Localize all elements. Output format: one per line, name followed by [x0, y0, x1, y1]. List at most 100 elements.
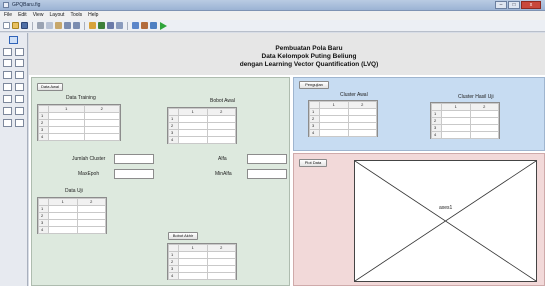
- save-icon[interactable]: [21, 22, 28, 29]
- align-objects-icon[interactable]: [89, 22, 96, 29]
- table-cell[interactable]: [319, 122, 349, 130]
- table-cell[interactable]: [48, 133, 85, 141]
- minimize-button[interactable]: –: [495, 1, 507, 9]
- jumlah-cluster-input[interactable]: [114, 154, 154, 164]
- table-cell[interactable]: [178, 272, 208, 280]
- static-text-tool-icon[interactable]: [15, 71, 24, 79]
- table-cell[interactable]: [347, 115, 377, 123]
- table-cell[interactable]: [48, 219, 78, 227]
- bobot-akhir-table[interactable]: 12 1 2 3 4: [167, 243, 237, 280]
- table-cell[interactable]: [178, 258, 208, 266]
- toolbar-editor-icon[interactable]: [116, 22, 123, 29]
- menu-edit[interactable]: Edit: [18, 11, 27, 20]
- alfa-input[interactable]: [247, 154, 287, 164]
- table-cell[interactable]: [178, 265, 208, 273]
- table-cell[interactable]: [48, 112, 85, 120]
- axes-tool-icon[interactable]: [3, 107, 12, 115]
- paste-icon[interactable]: [55, 22, 62, 29]
- menu-editor-icon[interactable]: [98, 22, 105, 29]
- toggle-button-tool-icon[interactable]: [3, 95, 12, 103]
- table-cell[interactable]: [319, 129, 349, 137]
- slider-tool-icon[interactable]: [15, 48, 24, 56]
- maximize-button[interactable]: □: [508, 1, 520, 9]
- table-cell[interactable]: [206, 122, 236, 130]
- radio-button-tool-icon[interactable]: [3, 59, 12, 67]
- open-folder-icon[interactable]: [12, 22, 19, 29]
- bobot-akhir-button[interactable]: Bobot Akhir: [168, 232, 198, 240]
- object-browser-icon[interactable]: [150, 22, 157, 29]
- table-cell[interactable]: [206, 136, 236, 144]
- table-cell[interactable]: [469, 117, 499, 125]
- select-tool-icon[interactable]: [9, 36, 18, 44]
- edit-text-tool-icon[interactable]: [3, 71, 12, 79]
- checkbox-tool-icon[interactable]: [15, 59, 24, 67]
- table-cell[interactable]: [76, 226, 106, 234]
- table-cell[interactable]: [319, 115, 349, 123]
- table-cell[interactable]: [347, 122, 377, 130]
- data-awal-button[interactable]: Data Awal: [37, 83, 63, 91]
- table-cell[interactable]: [206, 129, 236, 137]
- table-cell[interactable]: [347, 108, 377, 116]
- table-cell[interactable]: [178, 129, 208, 137]
- new-file-icon[interactable]: [3, 22, 10, 29]
- cluster-awal-table[interactable]: 12 1 2 3 4: [308, 100, 378, 137]
- property-inspector-icon[interactable]: [141, 22, 148, 29]
- table-cell[interactable]: [83, 133, 120, 141]
- activex-tool-icon[interactable]: [15, 119, 24, 127]
- undo-icon[interactable]: [64, 22, 71, 29]
- table-cell[interactable]: [206, 258, 236, 266]
- menu-layout[interactable]: Layout: [49, 11, 64, 20]
- data-uji-table[interactable]: 12 1 2 3 4: [37, 197, 107, 234]
- table-cell[interactable]: [76, 219, 106, 227]
- listbox-tool-icon[interactable]: [15, 83, 24, 91]
- button-group-tool-icon[interactable]: [3, 119, 12, 127]
- axes1-placeholder[interactable]: axes1: [354, 160, 537, 282]
- table-cell[interactable]: [83, 112, 120, 120]
- maxepoh-input[interactable]: [114, 169, 154, 179]
- push-button-tool-icon[interactable]: [3, 48, 12, 56]
- editor-icon[interactable]: [132, 22, 139, 29]
- tab-order-icon[interactable]: [107, 22, 114, 29]
- table-cell[interactable]: [206, 265, 236, 273]
- plot-data-button[interactable]: Plot Data: [299, 159, 327, 167]
- table-cell[interactable]: [319, 108, 349, 116]
- table-cell[interactable]: [48, 126, 85, 134]
- table-cell[interactable]: [469, 110, 499, 118]
- table-cell[interactable]: [76, 205, 106, 213]
- table-cell[interactable]: [347, 129, 377, 137]
- table-cell[interactable]: [469, 124, 499, 132]
- layout-canvas[interactable]: Pembuatan Pola Baru Data Kelompok Puting…: [29, 33, 545, 286]
- table-cell[interactable]: [206, 272, 236, 280]
- cut-icon[interactable]: [37, 22, 44, 29]
- table-cell[interactable]: [178, 136, 208, 144]
- panel-tool-icon[interactable]: [15, 107, 24, 115]
- table-cell[interactable]: [48, 205, 78, 213]
- table-cell[interactable]: [48, 119, 85, 127]
- table-cell[interactable]: [206, 251, 236, 259]
- bobot-awal-table[interactable]: 12 1 2 3 4: [167, 107, 237, 144]
- table-cell[interactable]: [441, 117, 471, 125]
- cluster-hasil-uji-table[interactable]: 12 1 2 3 4: [430, 102, 500, 139]
- table-cell[interactable]: [83, 126, 120, 134]
- table-cell[interactable]: [441, 124, 471, 132]
- table-cell[interactable]: [441, 131, 471, 139]
- table-cell[interactable]: [178, 251, 208, 259]
- menu-tools[interactable]: Tools: [70, 11, 82, 20]
- popup-menu-tool-icon[interactable]: [3, 83, 12, 91]
- redo-icon[interactable]: [73, 22, 80, 29]
- table-cell[interactable]: [83, 119, 120, 127]
- table-cell[interactable]: [178, 122, 208, 130]
- table-cell[interactable]: [48, 212, 78, 220]
- menu-file[interactable]: File: [4, 11, 12, 20]
- minalfa-input[interactable]: [247, 169, 287, 179]
- data-training-table[interactable]: 12 1 2 3 4: [37, 104, 121, 141]
- table-cell[interactable]: [76, 212, 106, 220]
- table-tool-icon[interactable]: [15, 95, 24, 103]
- pengujian-button[interactable]: Pengujian: [299, 81, 329, 89]
- table-cell[interactable]: [178, 115, 208, 123]
- run-icon[interactable]: [159, 21, 167, 30]
- menu-view[interactable]: View: [33, 11, 44, 20]
- table-cell[interactable]: [441, 110, 471, 118]
- close-button[interactable]: x: [521, 1, 541, 9]
- table-cell[interactable]: [469, 131, 499, 139]
